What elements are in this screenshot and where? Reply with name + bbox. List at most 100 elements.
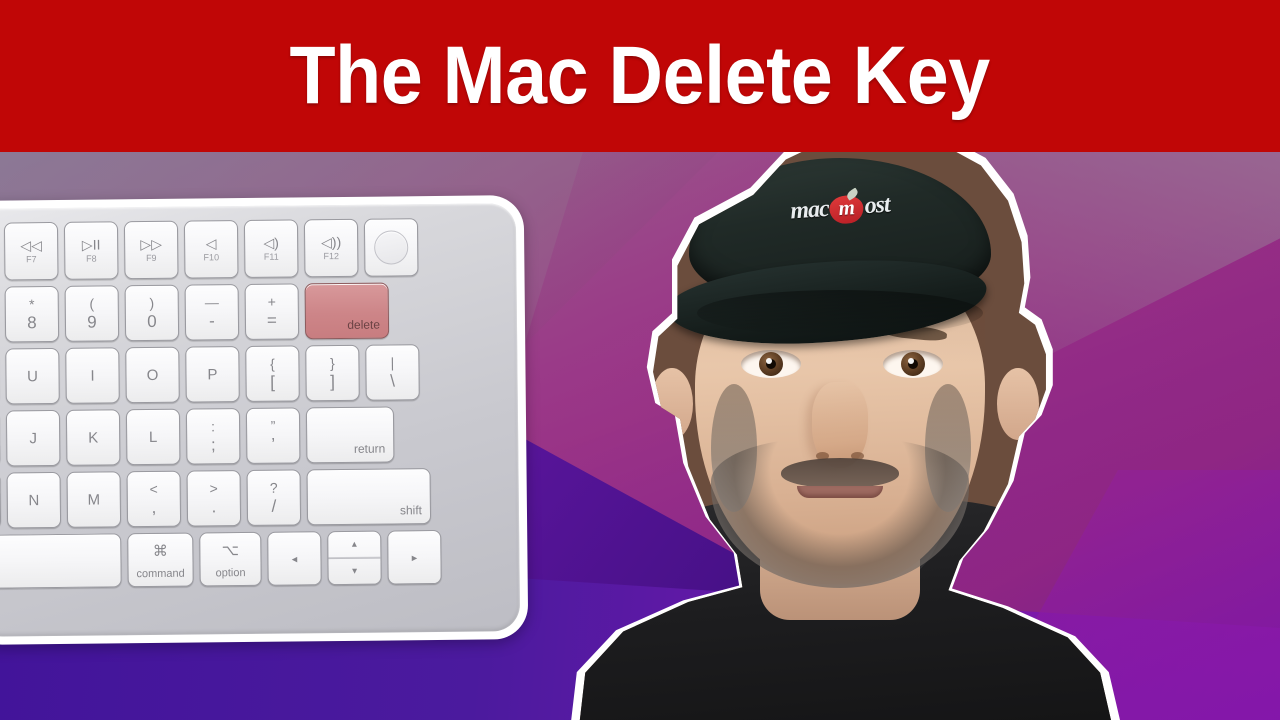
- key-9-bottom: 9: [87, 312, 97, 332]
- key-i[interactable]: I: [65, 347, 120, 404]
- key-minus-bottom: -: [209, 311, 215, 331]
- cap-logo-word-left: mac: [789, 195, 830, 224]
- key-slash-bottom: /: [271, 496, 277, 516]
- keyboard-bottom-letter-row: N M < , > . ? / shift: [0, 467, 507, 529]
- command-icon: ⌘: [152, 542, 168, 560]
- key-shift-right[interactable]: shift: [306, 468, 432, 526]
- key-equals[interactable]: + =: [244, 283, 300, 341]
- option-icon: ⌥: [221, 542, 240, 560]
- key-bracket-right[interactable]: } ]: [305, 344, 360, 402]
- key-quote-bottom: ’: [271, 434, 276, 454]
- eye-right: [883, 350, 943, 378]
- arrow-right-icon: ▸: [411, 551, 418, 564]
- key-shift-label: shift: [399, 503, 423, 518]
- key-o[interactable]: O: [125, 346, 180, 404]
- eye-left: [741, 350, 801, 378]
- key-option-label: option: [215, 567, 246, 580]
- key-slash[interactable]: ? /: [246, 469, 302, 526]
- key-f10-label: F10: [203, 252, 220, 263]
- keyboard-home-row: H J K L : ; ” ’ return: [0, 405, 506, 467]
- key-arrow-left[interactable]: ◂: [267, 531, 322, 586]
- presenter-photo: mac m ost: [579, 133, 1111, 720]
- key-space[interactable]: [0, 533, 122, 589]
- key-f9-label: F9: [145, 252, 157, 264]
- video-thumbnail: ◁◁ F7 ▷II F8 ▷▷ F9 ◁ F10 ◁) F11 ◁)) F12 …: [0, 0, 1280, 720]
- key-slash-top: ?: [269, 479, 278, 496]
- key-0-top: ): [149, 294, 155, 312]
- key-backslash-top: |: [390, 354, 395, 371]
- key-k[interactable]: K: [65, 409, 121, 466]
- key-quote-top: ”: [270, 417, 276, 434]
- arrow-down-icon: ▾: [352, 565, 358, 577]
- key-command-right[interactable]: ⌘ command: [127, 532, 194, 588]
- cap-logo-word-right: ost: [863, 191, 891, 219]
- key-f10[interactable]: ◁ F10: [183, 220, 239, 279]
- key-l[interactable]: L: [125, 408, 181, 466]
- key-return-label: return: [353, 441, 386, 456]
- magic-keyboard: ◁◁ F7 ▷II F8 ▷▷ F9 ◁ F10 ◁) F11 ◁)) F12 …: [0, 195, 529, 645]
- key-arrow-right[interactable]: ▸: [387, 529, 442, 585]
- key-f7[interactable]: ◁◁ F7: [3, 221, 59, 281]
- key-command-label: command: [136, 567, 185, 581]
- key-backslash-bottom: \: [390, 371, 396, 391]
- key-bracket-right-top: }: [329, 355, 335, 372]
- key-f7-label: F7: [25, 254, 37, 265]
- key-f11-label: F11: [263, 251, 279, 262]
- key-u[interactable]: U: [5, 347, 60, 405]
- key-comma-bottom: ,: [151, 497, 157, 517]
- key-semicolon[interactable]: : ;: [185, 408, 241, 465]
- key-0[interactable]: ) 0: [124, 284, 180, 342]
- key-return[interactable]: return: [305, 406, 395, 464]
- key-8[interactable]: * 8: [4, 285, 60, 343]
- key-backslash[interactable]: | \: [365, 344, 420, 401]
- key-period[interactable]: > .: [186, 470, 242, 527]
- iris-right: [901, 352, 925, 376]
- volume-up-icon: ◁)): [321, 233, 342, 251]
- page-title: The Mac Delete Key: [289, 30, 991, 121]
- key-f12-label: F12: [323, 251, 340, 262]
- key-bracket-left-bottom: [: [270, 372, 276, 392]
- key-touch-id[interactable]: [363, 218, 419, 277]
- key-bracket-left[interactable]: { [: [245, 345, 300, 403]
- key-9[interactable]: ( 9: [64, 285, 120, 342]
- key-f12[interactable]: ◁)) F12: [303, 218, 359, 278]
- keyboard-top-letter-row: U I O P { [ } ] | \: [0, 343, 506, 405]
- apple-logo-icon: m: [828, 187, 865, 225]
- ear-right: [997, 368, 1039, 440]
- key-quote[interactable]: ” ’: [245, 407, 301, 464]
- key-f9[interactable]: ▷▷ F9: [123, 220, 179, 280]
- key-n[interactable]: N: [6, 471, 62, 529]
- iris-left: [759, 352, 783, 376]
- touch-id-icon: [374, 230, 409, 265]
- key-partial-b[interactable]: [0, 472, 2, 529]
- eye-glint-right: [907, 357, 914, 364]
- key-minus[interactable]: — -: [184, 284, 240, 341]
- key-bracket-right-bottom: ]: [330, 372, 336, 392]
- key-8-top: *: [28, 296, 35, 313]
- key-delete-label: delete: [347, 317, 381, 332]
- title-banner: The Mac Delete Key: [0, 0, 1280, 152]
- key-f8-label: F8: [85, 253, 97, 264]
- play-pause-icon: ▷II: [81, 236, 101, 253]
- key-minus-top: —: [204, 294, 219, 311]
- key-8-bottom: 8: [27, 313, 37, 333]
- cap-logo-apple-letter: m: [837, 194, 856, 220]
- key-semicolon-bottom: ;: [210, 435, 216, 455]
- key-option-right[interactable]: ⌥ option: [199, 531, 262, 587]
- keyboard-function-row: ◁◁ F7 ▷II F8 ▷▷ F9 ◁ F10 ◁) F11 ◁)) F12: [0, 217, 504, 281]
- key-delete[interactable]: delete: [304, 282, 390, 340]
- key-comma[interactable]: < ,: [126, 470, 182, 528]
- key-p[interactable]: P: [185, 346, 240, 403]
- key-arrow-up-down[interactable]: ▴ ▾: [327, 530, 382, 586]
- fast-forward-icon: ▷▷: [140, 235, 163, 253]
- arrow-left-icon: ◂: [291, 552, 298, 566]
- keyboard-modifier-row: ⌘ command ⌥ option ◂ ▴ ▾ ▸: [0, 529, 508, 589]
- key-m[interactable]: M: [66, 471, 122, 528]
- key-equals-top: +: [267, 293, 276, 310]
- key-j[interactable]: J: [5, 409, 61, 467]
- key-f8[interactable]: ▷II F8: [63, 221, 119, 280]
- key-0-bottom: 0: [147, 311, 157, 332]
- key-f11[interactable]: ◁) F11: [243, 219, 299, 279]
- baseball-cap: mac m ost: [664, 158, 1005, 354]
- key-comma-top: <: [149, 480, 158, 498]
